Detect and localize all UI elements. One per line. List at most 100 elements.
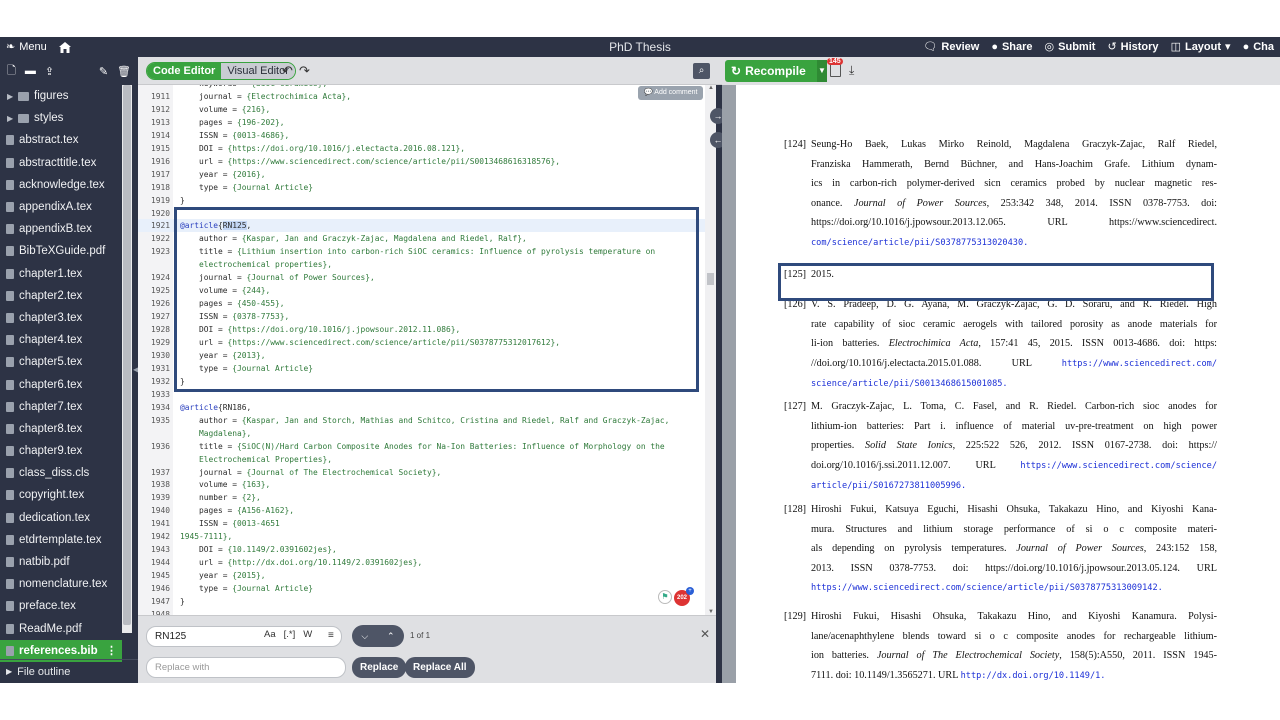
recompile-button[interactable]: ↻ Recompile [725, 60, 817, 82]
reference-link[interactable]: article/pii/S0167273811005996. [811, 481, 966, 491]
layout-button[interactable]: ◫ Layout ▾ [1165, 37, 1237, 57]
code-line[interactable]: 1946 type = {Journal Article} [138, 582, 705, 595]
search-in-selection-icon[interactable]: ≡ [328, 630, 334, 641]
new-folder-icon[interactable]: ▬ [22, 63, 39, 79]
folder-item[interactable]: ▶ styles [0, 107, 122, 129]
code-line[interactable]: 1939 number = {2}, [138, 491, 705, 504]
menu-button[interactable]: ❧ Menu [0, 37, 53, 57]
file-item[interactable]: chapter3.tex [0, 307, 122, 329]
file-tree-scrollbar[interactable] [122, 85, 132, 633]
review-button[interactable]: 🗨 Review [917, 37, 985, 57]
search-icon[interactable]: ⌕ [693, 63, 710, 79]
code-line[interactable]: 1943 DOI = {10.1149/2.0391602jes}, [138, 543, 705, 556]
pdf-viewer[interactable]: [124] Seung-Ho Baek, Lukas Mirko Reinold,… [722, 85, 1280, 683]
chevron-right-icon[interactable]: ▶ [7, 114, 13, 123]
code-line[interactable]: 1917 year = {2016}, [138, 168, 705, 181]
code-line[interactable]: 1914 ISSN = {0013-4686}, [138, 129, 705, 142]
file-item[interactable]: chapter9.tex [0, 440, 122, 462]
code-line[interactable]: 1948 [138, 608, 705, 615]
code-line[interactable]: 1944 url = {http://dx.doi.org/10.1149/2.… [138, 556, 705, 569]
code-line[interactable]: 1919} [138, 194, 705, 207]
ai-assist-icon[interactable]: ⚑ [658, 590, 672, 604]
reference-link[interactable]: https://www.sciencedirect.com/science/ [1020, 461, 1217, 471]
file-item[interactable]: chapter7.tex [0, 396, 122, 418]
editor-scrollbar[interactable]: ▲ ▼ [705, 85, 716, 615]
file-item[interactable]: chapter2.tex [0, 285, 122, 307]
file-item[interactable]: appendixB.tex [0, 218, 122, 240]
file-item[interactable]: class_diss.cls [0, 462, 122, 484]
file-item[interactable]: chapter8.tex [0, 418, 122, 440]
file-item[interactable]: dedication.tex [0, 507, 122, 529]
reference-link[interactable]: http://dx.doi.org/10.1149/1. [961, 671, 1106, 681]
code-line[interactable]: 1941 ISSN = {0013-4651 [138, 517, 705, 530]
code-line[interactable]: 1912 volume = {216}, [138, 103, 705, 116]
code-line[interactable]: 1918 type = {Journal Article} [138, 181, 705, 194]
file-item[interactable]: ReadMe.pdf [0, 618, 122, 640]
home-button[interactable] [53, 37, 77, 57]
share-button[interactable]: ● Share [985, 37, 1038, 57]
file-item[interactable]: chapter1.tex [0, 263, 122, 285]
file-item[interactable]: chapter4.tex [0, 329, 122, 351]
history-button[interactable]: ↺ History [1101, 37, 1164, 57]
code-line[interactable]: 1934 @article{RN186, [138, 401, 705, 414]
file-outline-toggle[interactable]: ▶ File outline [0, 659, 138, 683]
previous-match-icon[interactable]: ⌃ [387, 631, 395, 642]
submit-button[interactable]: ◎ Submit [1039, 37, 1102, 57]
editor-scroll-thumb[interactable] [707, 273, 714, 285]
code-line[interactable]: Electrochemical Properties}, [138, 453, 705, 466]
file-item[interactable]: chapter5.tex [0, 351, 122, 373]
whole-word-toggle[interactable]: W [303, 629, 312, 640]
upload-icon[interactable]: ⇪ [42, 63, 57, 80]
file-item[interactable]: abstract.tex [0, 129, 122, 151]
reference-link[interactable]: https://www.sciencedirect.com/ [1062, 359, 1217, 369]
recompile-options-button[interactable]: ▼ [817, 60, 827, 82]
rename-icon[interactable]: ✎ [96, 63, 111, 80]
folder-item[interactable]: ▶ figures [0, 85, 122, 107]
code-line[interactable]: 1915 DOI = {https://doi.org/10.1016/j.el… [138, 142, 705, 155]
code-line[interactable]: 1916 url = {https://www.sciencedirect.co… [138, 155, 705, 168]
code-editor-tab[interactable]: Code Editor [147, 63, 222, 79]
reference-link[interactable]: science/article/pii/S0013468615001085. [811, 379, 1008, 389]
new-file-icon[interactable]: 🗋 [4, 60, 19, 83]
close-icon[interactable]: ✕ [700, 627, 710, 641]
search-input[interactable]: RN125 [146, 626, 342, 647]
logs-icon[interactable] [830, 64, 841, 77]
code-line[interactable]: 1913 pages = {196-202}, [138, 116, 705, 129]
more-options-icon[interactable]: ⋮ [106, 644, 117, 657]
chat-button[interactable]: ● Cha [1237, 37, 1280, 57]
file-item[interactable]: chapter6.tex [0, 373, 122, 395]
file-item[interactable]: BibTeXGuide.pdf [0, 240, 122, 262]
delete-icon[interactable]: 🗑 [114, 63, 134, 80]
replace-input[interactable]: Replace with [146, 657, 346, 678]
code-line[interactable]: 1947} [138, 595, 705, 608]
code-line[interactable]: 1945 year = {2015}, [138, 569, 705, 582]
code-line[interactable]: 1940 pages = {A156-A162}, [138, 504, 705, 517]
file-item[interactable]: appendixA.tex [0, 196, 122, 218]
redo-icon[interactable]: ↷ [299, 63, 310, 79]
code-line[interactable]: 1935 author = {Kaspar, Jan and Storch, M… [138, 414, 705, 427]
reference-link[interactable]: com/science/article/pii/S037877531302043… [811, 238, 1028, 248]
regex-toggle[interactable]: [.*] [284, 629, 296, 640]
replace-button[interactable]: Replace [352, 657, 407, 678]
chevron-right-icon[interactable]: ▶ [7, 92, 13, 101]
file-item[interactable]: preface.tex [0, 595, 122, 617]
code-line[interactable]: 1938 volume = {163}, [138, 478, 705, 491]
code-line[interactable]: 1937 journal = {Journal of The Electroch… [138, 466, 705, 479]
match-case-toggle[interactable]: Aa [264, 629, 276, 640]
add-comment-button[interactable]: 💬 Add comment [638, 86, 704, 100]
reference-link[interactable]: https://www.sciencedirect.com/science/ar… [811, 583, 1163, 593]
file-tree-scroll-thumb[interactable] [123, 85, 131, 625]
file-item[interactable]: copyright.tex [0, 484, 122, 506]
replace-all-button[interactable]: Replace All [405, 657, 475, 678]
code-line[interactable]: 1942 1945-7111}, [138, 530, 705, 543]
next-match-icon[interactable]: ⌵ [361, 631, 368, 642]
file-item[interactable]: natbib.pdf [0, 551, 122, 573]
code-line[interactable]: Magdalena}, [138, 427, 705, 440]
scroll-up-icon[interactable]: ▲ [708, 85, 714, 91]
code-line[interactable]: 1936 title = {SiOC(N)/Hard Carbon Compos… [138, 440, 705, 453]
download-pdf-icon[interactable]: ⤓ [849, 63, 854, 78]
code-line[interactable]: 1911 journal = {Electrochimica Acta}, [138, 90, 705, 103]
file-item[interactable]: acknowledge.tex [0, 174, 122, 196]
undo-icon[interactable]: ↶ [282, 63, 293, 79]
file-item[interactable]: nomenclature.tex [0, 573, 122, 595]
